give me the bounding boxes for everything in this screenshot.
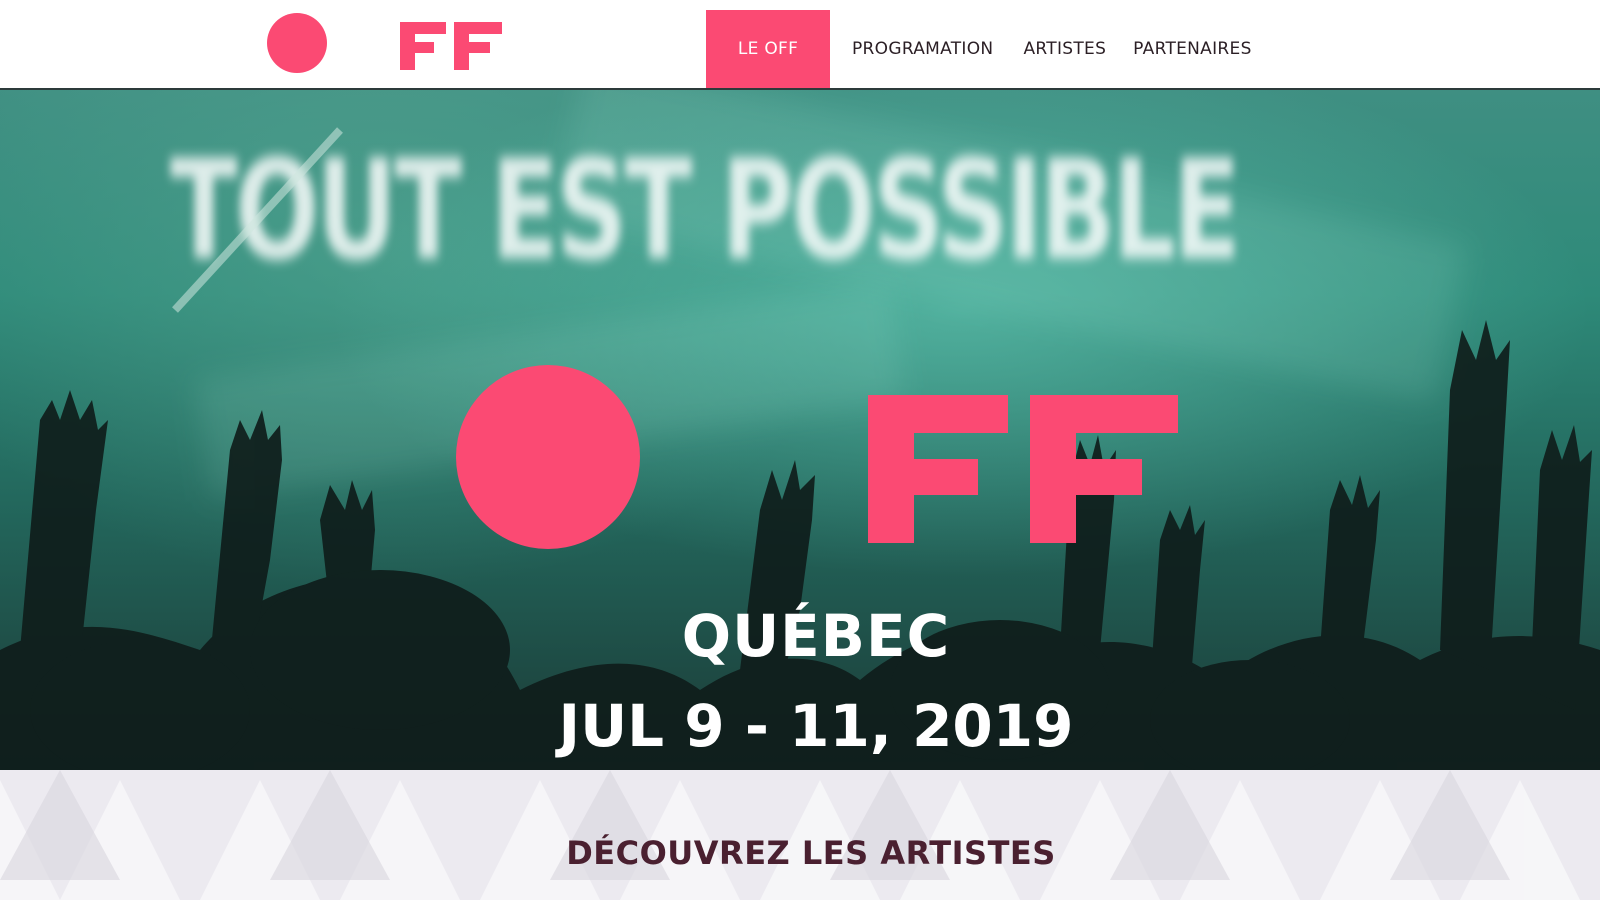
hero-city: QUÉBEC: [681, 602, 951, 670]
nav-item-artistes[interactable]: ARTISTES: [1023, 10, 1106, 88]
nav-item-partenaires[interactable]: PARTENAIRES: [1133, 10, 1252, 88]
nav-item-programation[interactable]: PROGRAMATION: [852, 10, 993, 88]
hero-logo-dot-icon: [456, 365, 640, 549]
logo-dot-icon: [267, 13, 327, 73]
artists-section: DÉCOUVREZ LES ARTISTES: [0, 770, 1600, 900]
nav-item-le-off[interactable]: LE OFF: [706, 10, 830, 88]
site-logo[interactable]: [262, 10, 512, 76]
hero-logo-ff-letters: [868, 395, 1178, 543]
section-title: DÉCOUVREZ LES ARTISTES: [566, 834, 1056, 872]
hero-banner: TOUT EST POSSIBLE QUÉBEC JUL 9 - 11, 201…: [0, 90, 1600, 770]
site-header: LE OFF PROGRAMATION ARTISTES PARTENAIRES: [0, 0, 1600, 90]
main-nav: LE OFF PROGRAMATION ARTISTES PARTENAIRES: [706, 10, 1252, 88]
logo-ff-letters: [400, 22, 502, 70]
hero-dates: JUL 9 - 11, 2019: [558, 692, 1074, 760]
